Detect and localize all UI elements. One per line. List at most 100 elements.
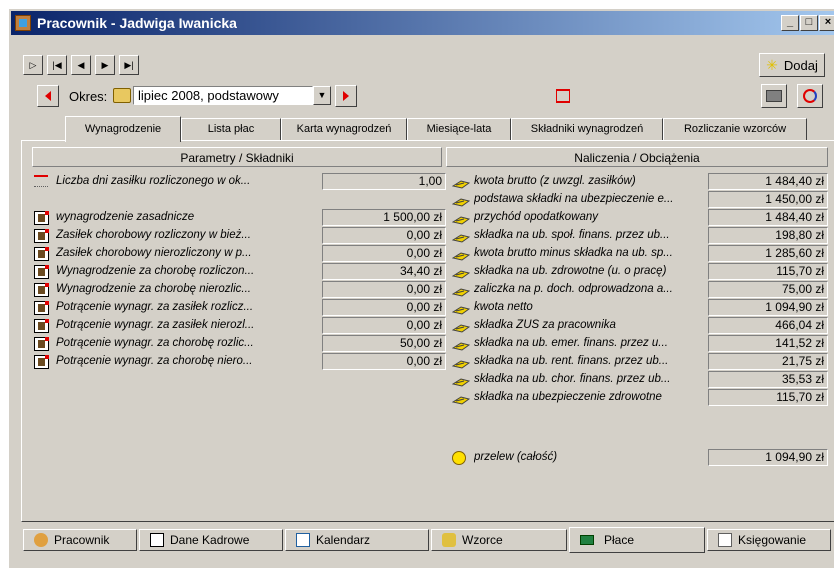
tab-wynagrodzenie[interactable]: Wynagrodzenie bbox=[65, 116, 181, 142]
arrow-right-icon bbox=[343, 91, 349, 101]
period-select[interactable]: lipiec 2008, podstawowy bbox=[133, 86, 313, 105]
coin-hand-icon bbox=[451, 176, 471, 189]
prev-record-button[interactable]: ◀ bbox=[71, 55, 91, 75]
bottom-tab-dane-kadrowe[interactable]: Dane Kadrowe bbox=[139, 529, 283, 551]
maximize-button[interactable]: □ bbox=[800, 15, 818, 31]
book-icon bbox=[113, 88, 131, 103]
refresh-icon bbox=[803, 89, 817, 103]
bottom-tab-label: Wzorce bbox=[462, 533, 503, 547]
charge-label: podstawa składki na ubezpieczenie e... bbox=[474, 193, 674, 205]
tab-label: Lista płac bbox=[207, 123, 255, 135]
document-icon bbox=[34, 337, 49, 351]
param-value[interactable]: 34,40 zł bbox=[322, 263, 446, 280]
charge-value[interactable]: 115,70 zł bbox=[708, 389, 828, 406]
param-label: Zasiłek chorobowy rozliczony w bież... bbox=[56, 229, 251, 241]
param-label: Potrącenie wynagr. za zasiłek rozlicz... bbox=[56, 301, 254, 313]
param-value[interactable]: 1,00 bbox=[322, 173, 446, 190]
bottom-tab-wzorce[interactable]: Wzorce bbox=[431, 529, 567, 551]
period-label: Okres: bbox=[69, 89, 108, 104]
charge-label: przychód opodatkowany bbox=[474, 211, 599, 223]
charge-label: składka ZUS za pracownika bbox=[474, 319, 616, 331]
param-label: Liczba dni zasiłku rozliczonego w ok... bbox=[56, 175, 251, 187]
document-icon bbox=[34, 229, 49, 243]
window-title: Pracownik - Jadwiga Iwanicka bbox=[37, 15, 237, 31]
coin-hand-icon bbox=[451, 356, 471, 369]
tab-label: Karta wynagrodzeń bbox=[296, 123, 392, 135]
last-record-button[interactable]: ▶| bbox=[119, 55, 139, 75]
bottom-tab-label: Kalendarz bbox=[316, 533, 371, 547]
prev-period-button[interactable] bbox=[37, 85, 59, 107]
ledger-icon bbox=[718, 533, 732, 547]
charge-value[interactable]: 21,75 zł bbox=[708, 353, 828, 370]
charge-value[interactable]: 115,70 zł bbox=[708, 263, 828, 280]
charge-label: składka na ub. chor. finans. przez ub... bbox=[474, 373, 671, 385]
bottom-tab-kalendarz[interactable]: Kalendarz bbox=[285, 529, 429, 551]
charge-value[interactable]: 1 285,60 zł bbox=[708, 245, 828, 262]
new-record-button[interactable]: ▷ bbox=[23, 55, 43, 75]
coin-hand-icon bbox=[451, 338, 471, 351]
charge-value[interactable]: 1 094,90 zł bbox=[708, 299, 828, 316]
param-value[interactable]: 0,00 zł bbox=[322, 227, 446, 244]
param-value[interactable]: 0,00 zł bbox=[322, 281, 446, 298]
param-value[interactable]: 0,00 zł bbox=[322, 299, 446, 316]
first-record-button[interactable]: |◀ bbox=[47, 55, 67, 75]
period-dropdown-button[interactable]: ▼ bbox=[313, 86, 331, 105]
minimize-button[interactable]: _ bbox=[781, 15, 799, 31]
refresh-button[interactable] bbox=[797, 84, 823, 108]
param-value[interactable]: 50,00 zł bbox=[322, 335, 446, 352]
bottom-tab-label: Płace bbox=[604, 533, 635, 547]
tab-miesiace-lata[interactable]: Miesiące-lata bbox=[407, 118, 511, 140]
print-button[interactable] bbox=[761, 84, 787, 108]
right-column-header: Naliczenia / Obciążenia bbox=[446, 147, 828, 167]
charge-value[interactable]: 1 484,40 zł bbox=[708, 209, 828, 226]
page-icon bbox=[150, 533, 164, 547]
tab-karta-wynagrodzen[interactable]: Karta wynagrodzeń bbox=[281, 118, 407, 140]
charge-value[interactable]: 35,53 zł bbox=[708, 371, 828, 388]
param-label: Wynagrodzenie za chorobę nierozlic... bbox=[56, 283, 251, 295]
coin-hand-icon bbox=[451, 212, 471, 225]
tab-label: Miesiące-lata bbox=[426, 123, 492, 135]
charge-value[interactable]: 198,80 zł bbox=[708, 227, 828, 244]
arrow-left-icon bbox=[45, 91, 51, 101]
coin-hand-icon bbox=[451, 320, 471, 333]
param-value[interactable]: 1 500,00 zł bbox=[322, 209, 446, 226]
tab-lista-plac[interactable]: Lista płac bbox=[181, 118, 281, 140]
add-button[interactable]: ✳ Dodaj bbox=[759, 53, 825, 77]
calendar-icon bbox=[34, 175, 48, 187]
bottom-tab-place[interactable]: Płace bbox=[569, 527, 705, 553]
charge-label: składka na ub. zdrowotne (u. o pracę) bbox=[474, 265, 667, 277]
param-value[interactable]: 0,00 zł bbox=[322, 353, 446, 370]
smiley-icon bbox=[452, 451, 466, 465]
app-icon bbox=[15, 15, 31, 31]
calendar-icon bbox=[296, 533, 310, 547]
charge-value[interactable]: 466,04 zł bbox=[708, 317, 828, 334]
charge-value[interactable]: 1 450,00 zł bbox=[708, 191, 828, 208]
next-record-button[interactable]: ▶ bbox=[95, 55, 115, 75]
bottom-tab-pracownik[interactable]: Pracownik bbox=[23, 529, 137, 551]
title-bar: Pracownik - Jadwiga Iwanicka _ □ × bbox=[11, 11, 834, 35]
charge-value[interactable]: 1 484,40 zł bbox=[708, 173, 828, 190]
coin-hand-icon bbox=[451, 266, 471, 279]
tab-rozliczanie-wzorcow[interactable]: Rozliczanie wzorców bbox=[663, 118, 807, 140]
bottom-tab-ksiegowanie[interactable]: Księgowanie bbox=[707, 529, 831, 551]
add-button-label: Dodaj bbox=[783, 57, 818, 73]
param-label: Potrącenie wynagr. za chorobę niero... bbox=[56, 355, 253, 367]
charge-value[interactable]: 141,52 zł bbox=[708, 335, 828, 352]
next-period-button[interactable] bbox=[335, 85, 357, 107]
money-icon bbox=[580, 535, 594, 545]
param-value[interactable]: 0,00 zł bbox=[322, 317, 446, 334]
coin-hand-icon bbox=[451, 194, 471, 207]
document-icon bbox=[34, 211, 49, 225]
tab-skladniki-wynagrodzen[interactable]: Składniki wynagrodzeń bbox=[511, 118, 663, 140]
charge-label: kwota brutto minus składka na ub. sp... bbox=[474, 247, 673, 259]
document-icon bbox=[34, 301, 49, 315]
charge-value[interactable]: 75,00 zł bbox=[708, 281, 828, 298]
param-value[interactable]: 0,00 zł bbox=[322, 245, 446, 262]
close-button[interactable]: × bbox=[819, 15, 834, 31]
charge-label: zaliczka na p. doch. odprowadzona a... bbox=[474, 283, 673, 295]
transfer-value[interactable]: 1 094,90 zł bbox=[708, 449, 828, 466]
star-icon: ✳ bbox=[766, 56, 778, 73]
document-icon bbox=[34, 283, 49, 297]
charge-label: składka na ub. społ. finans. przez ub... bbox=[474, 229, 670, 241]
coin-hand-icon bbox=[451, 284, 471, 297]
